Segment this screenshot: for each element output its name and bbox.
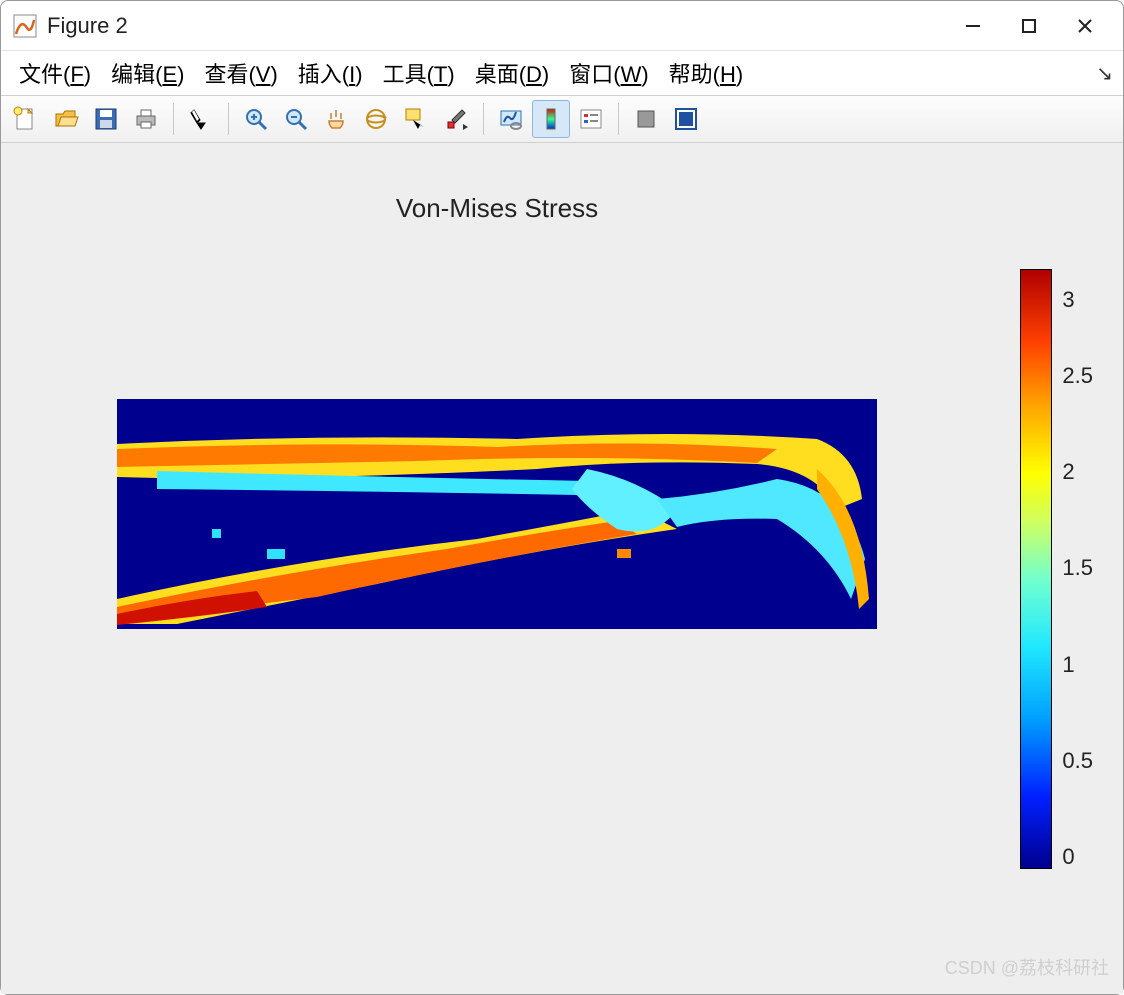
toolbar-separator	[228, 103, 229, 135]
colorbar-tick: 1.5	[1062, 557, 1093, 579]
colorbar[interactable]	[1020, 269, 1052, 869]
new-figure-icon[interactable]	[7, 100, 45, 138]
colorbar-tick: 0.5	[1062, 750, 1093, 772]
titlebar: Figure 2	[1, 1, 1123, 51]
colorbar-tick: 2.5	[1062, 365, 1093, 387]
colorbar-area: 3 2.5 2 1.5 1 0.5 0	[963, 203, 1093, 934]
colorbar-tick: 2	[1062, 461, 1093, 483]
link-plot-icon[interactable]	[492, 100, 530, 138]
axes[interactable]: Von-Mises Stress	[31, 183, 963, 934]
toolbar	[1, 95, 1123, 143]
figure-canvas[interactable]: Von-Mises Stress	[1, 143, 1123, 994]
colorbar-tick: 1	[1062, 654, 1093, 676]
menu-help[interactable]: 帮助(H)	[659, 53, 754, 93]
zoom-out-icon[interactable]	[277, 100, 315, 138]
rotate3d-icon[interactable]	[357, 100, 395, 138]
window-title: Figure 2	[47, 13, 128, 39]
brush-icon[interactable]	[437, 100, 475, 138]
menu-desktop[interactable]: 桌面(D)	[465, 53, 560, 93]
menu-edit[interactable]: 编辑(E)	[101, 53, 194, 93]
dock-icon[interactable]	[667, 100, 705, 138]
colorbar-ticks: 3 2.5 2 1.5 1 0.5 0	[1062, 269, 1093, 869]
hide-tools-icon[interactable]	[627, 100, 665, 138]
colorbar-icon[interactable]	[532, 100, 570, 138]
app-icon	[13, 14, 37, 38]
heatmap-image	[117, 399, 877, 629]
colorbar-tick: 0	[1062, 846, 1093, 868]
edit-plot-icon[interactable]	[182, 100, 220, 138]
toolbar-separator	[173, 103, 174, 135]
colorbar-tick: 3	[1062, 289, 1093, 311]
menu-insert[interactable]: 插入(I)	[288, 53, 373, 93]
plot-title: Von-Mises Stress	[396, 193, 598, 224]
print-icon[interactable]	[127, 100, 165, 138]
data-cursor-icon[interactable]	[397, 100, 435, 138]
menubar: 文件(F) 编辑(E) 查看(V) 插入(I) 工具(T) 桌面(D) 窗口(W…	[1, 51, 1123, 95]
close-button[interactable]	[1059, 6, 1111, 46]
figure-window: Figure 2 文件(F) 编辑(E) 查看(V) 插入(I) 工具(T) 桌…	[0, 0, 1124, 995]
toolbar-separator	[483, 103, 484, 135]
undock-icon[interactable]: ↘	[1096, 61, 1113, 86]
pan-icon[interactable]	[317, 100, 355, 138]
menu-tools[interactable]: 工具(T)	[373, 53, 465, 93]
maximize-button[interactable]	[1003, 6, 1055, 46]
menu-view[interactable]: 查看(V)	[194, 53, 287, 93]
watermark: CSDN @荔枝科研社	[945, 954, 1109, 980]
open-icon[interactable]	[47, 100, 85, 138]
minimize-button[interactable]	[947, 6, 999, 46]
menu-window[interactable]: 窗口(W)	[559, 53, 658, 93]
save-icon[interactable]	[87, 100, 125, 138]
legend-icon[interactable]	[572, 100, 610, 138]
zoom-in-icon[interactable]	[237, 100, 275, 138]
menu-file[interactable]: 文件(F)	[9, 53, 101, 93]
toolbar-separator	[618, 103, 619, 135]
